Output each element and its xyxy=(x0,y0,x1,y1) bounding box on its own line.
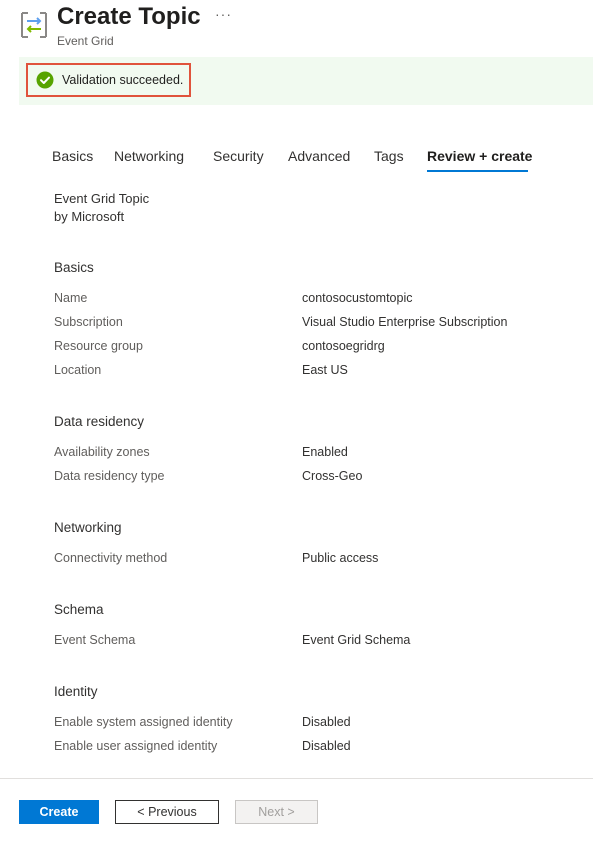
row-value-user-identity: Disabled xyxy=(302,739,351,753)
footer-divider xyxy=(0,778,593,779)
row-label-resource-group: Resource group xyxy=(54,339,143,353)
tab-basics[interactable]: Basics xyxy=(52,148,93,164)
row-value-resource-group: contosoegridrg xyxy=(302,339,385,353)
row-label-event-schema: Event Schema xyxy=(54,633,136,647)
row-value-name: contosocustomtopic xyxy=(302,291,413,305)
page-subtitle: Event Grid xyxy=(57,34,114,48)
more-options-button[interactable]: ··· xyxy=(215,6,232,22)
tab-advanced[interactable]: Advanced xyxy=(288,148,350,164)
section-title-networking: Networking xyxy=(54,520,122,535)
row-value-system-identity: Disabled xyxy=(302,715,351,729)
event-grid-icon xyxy=(19,10,49,40)
section-title-identity: Identity xyxy=(54,684,98,699)
row-value-connectivity-method: Public access xyxy=(302,551,379,565)
row-label-subscription: Subscription xyxy=(54,315,123,329)
tab-tags[interactable]: Tags xyxy=(374,148,404,164)
row-label-system-identity: Enable system assigned identity xyxy=(54,715,233,729)
next-button: Next > xyxy=(235,800,318,824)
page-title: Create Topic xyxy=(57,3,201,30)
page-header: Create Topic ··· Event Grid xyxy=(0,0,593,56)
section-title-schema: Schema xyxy=(54,602,104,617)
row-value-data-residency-type: Cross-Geo xyxy=(302,469,363,483)
row-value-subscription: Visual Studio Enterprise Subscription xyxy=(302,315,508,329)
success-check-icon xyxy=(36,71,54,89)
tab-networking[interactable]: Networking xyxy=(114,148,184,164)
product-publisher: by Microsoft xyxy=(54,209,125,224)
row-value-location: East US xyxy=(302,363,348,377)
row-label-user-identity: Enable user assigned identity xyxy=(54,739,218,753)
row-value-availability-zones: Enabled xyxy=(302,445,348,459)
product-name: Event Grid Topic xyxy=(54,191,150,206)
validation-banner: Validation succeeded. xyxy=(19,57,593,105)
section-title-basics: Basics xyxy=(54,260,94,275)
validation-status-box: Validation succeeded. xyxy=(26,63,192,97)
section-title-data-residency: Data residency xyxy=(54,414,145,429)
previous-button[interactable]: < Previous xyxy=(115,800,219,824)
row-label-connectivity-method: Connectivity method xyxy=(54,551,168,565)
row-label-data-residency-type: Data residency type xyxy=(54,469,165,483)
row-value-event-schema: Event Grid Schema xyxy=(302,633,411,647)
tab-security[interactable]: Security xyxy=(213,148,264,164)
tab-review-create[interactable]: Review + create xyxy=(427,148,532,164)
validation-message: Validation succeeded. xyxy=(62,73,184,87)
row-label-availability-zones: Availability zones xyxy=(54,445,150,459)
active-tab-indicator xyxy=(427,170,528,172)
create-button[interactable]: Create xyxy=(19,800,99,824)
row-label-name: Name xyxy=(54,291,88,305)
row-label-location: Location xyxy=(54,363,102,377)
product-info: Event Grid Topic by Microsoft xyxy=(54,190,149,226)
